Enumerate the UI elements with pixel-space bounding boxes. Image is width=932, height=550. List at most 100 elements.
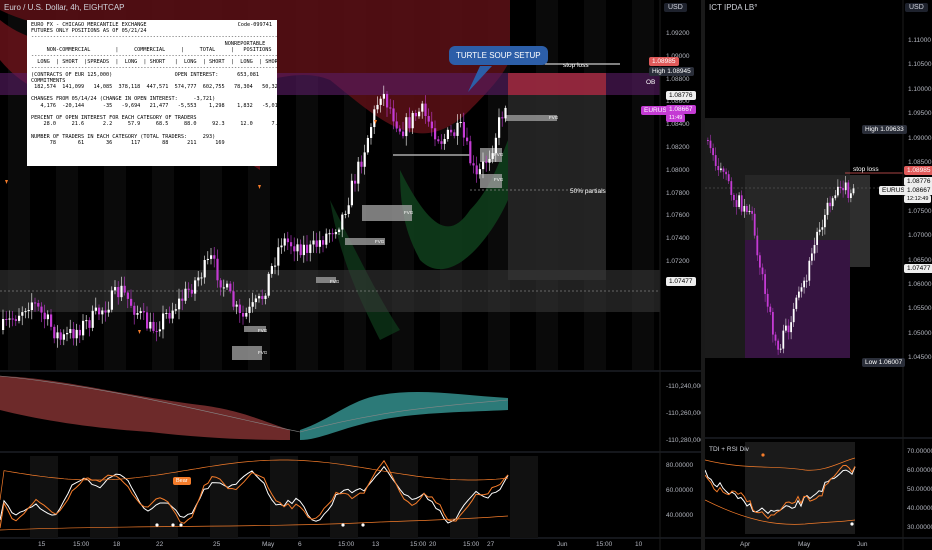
price-tick: 1.07800 — [666, 189, 690, 197]
candle-body — [427, 116, 430, 122]
candle-body — [165, 312, 168, 314]
candle-body — [472, 163, 475, 166]
candle-body — [446, 129, 449, 140]
secondary-time-tick: May — [798, 541, 811, 548]
currency-label[interactable]: USD — [664, 3, 687, 12]
candle-body — [184, 288, 187, 301]
candle-body — [764, 274, 766, 294]
candle-body — [338, 229, 341, 232]
candle-body — [306, 244, 309, 253]
candle-body — [82, 320, 85, 336]
bear-badge: Bear — [173, 477, 191, 485]
secondary-chart-canvas[interactable] — [705, 0, 932, 550]
candle-body — [261, 296, 264, 300]
candle-body — [769, 306, 772, 312]
rsi-session-shade — [390, 456, 418, 538]
candle-body — [354, 180, 357, 184]
time-tick: 18 — [113, 541, 121, 548]
candle-body — [811, 253, 813, 261]
candle-body — [331, 233, 334, 235]
candle-body — [414, 112, 417, 117]
candle-body — [322, 240, 325, 245]
candle-body — [751, 210, 753, 214]
rsi-dot — [341, 523, 345, 527]
secondary-currency-label[interactable]: USD — [905, 3, 928, 12]
candle-body — [152, 321, 155, 331]
price-tick: 1.08000 — [666, 166, 690, 174]
symbol-time-badge: 11:49 — [666, 114, 686, 122]
fvg-label: FVG — [375, 239, 385, 244]
time-tick: Jun — [557, 541, 568, 548]
range-box-inner — [745, 175, 850, 240]
fvg-label: FVG — [404, 210, 414, 215]
candle-body — [366, 137, 369, 153]
candle-body — [839, 186, 842, 189]
secondary-stop-loss-label: stop loss — [853, 166, 879, 173]
candle-body — [437, 139, 440, 142]
price-tick: 1.07400 — [666, 235, 690, 243]
candle-body — [805, 280, 808, 282]
rsi-tick: 40.00000 — [666, 512, 694, 519]
secondary-chart-pane[interactable]: ICT IPDA LB° USD 1.11000 1.10500 1.10000 1.… — [705, 0, 932, 550]
price-badge-top: 1.08985 — [649, 57, 679, 66]
secondary-rsi-tick: 70.00000 — [907, 448, 932, 455]
candle-body — [30, 302, 33, 311]
secondary-rsi-tick: 60.00000 — [907, 467, 932, 474]
rsi-dot — [155, 523, 159, 527]
high-label: High 1.08945 — [649, 67, 694, 76]
candle-body — [466, 137, 469, 142]
fvg-label: FVG — [258, 350, 268, 355]
candle-body — [389, 107, 392, 109]
rsi-session-shade — [90, 456, 118, 538]
candle-body — [174, 309, 177, 311]
secondary-rsi-tick: 40.00000 — [907, 505, 932, 512]
candle-body — [753, 213, 756, 236]
ob-label: OB — [646, 79, 656, 86]
indicator-tick: -110,260,000 — [666, 410, 701, 417]
secondary-time-tick: Jun — [857, 541, 868, 548]
secondary-rsi-tick: 30.00000 — [907, 524, 932, 531]
secondary-high-label: High 1.09633 — [862, 125, 907, 134]
candle-body — [229, 283, 232, 292]
main-chart-pane[interactable]: Euro / U.S. Dollar, 4h, EIGHTCAP USD 1.0… — [0, 0, 701, 550]
rsi-session-shade — [510, 456, 538, 538]
candle-body — [72, 329, 75, 339]
time-tick: 6 — [298, 541, 302, 548]
stop-loss-zone — [508, 73, 606, 95]
candle-body — [494, 137, 497, 154]
time-tick: 15:00 — [410, 541, 427, 548]
candle-body — [136, 313, 139, 315]
candle-body — [8, 318, 11, 320]
candle-body — [162, 313, 165, 330]
candle-body — [818, 229, 821, 232]
candle-body — [795, 297, 798, 309]
rsi-session-shade — [745, 442, 855, 534]
candle-body — [450, 129, 453, 133]
candle-body — [34, 302, 37, 304]
secondary-symbol-price: 1.08667 — [904, 186, 932, 195]
secondary-rsi-tick: 50.00000 — [907, 486, 932, 493]
candle-body — [712, 148, 714, 156]
candle-body — [226, 283, 229, 288]
time-tick: 15:00 — [596, 541, 613, 548]
candle-body — [347, 205, 350, 214]
candle-body — [852, 188, 855, 194]
candle-body — [831, 198, 834, 207]
candle-body — [478, 169, 481, 175]
candle-body — [462, 121, 465, 138]
session-shade — [632, 0, 654, 370]
secondary-price-tick: 1.04500 — [908, 354, 932, 362]
candle-body — [722, 168, 725, 172]
candle-body — [219, 280, 222, 288]
candle-body — [101, 310, 104, 315]
candle-body — [5, 319, 8, 321]
time-tick: 27 — [487, 541, 495, 548]
candle-body — [325, 233, 328, 245]
candle-body — [238, 304, 241, 313]
rsi-dot — [361, 523, 365, 527]
candle-body — [405, 117, 408, 137]
candle-body — [772, 311, 774, 335]
candle-body — [178, 298, 181, 310]
secondary-low-label-text: Low — [865, 359, 877, 366]
candle-body — [37, 303, 40, 307]
